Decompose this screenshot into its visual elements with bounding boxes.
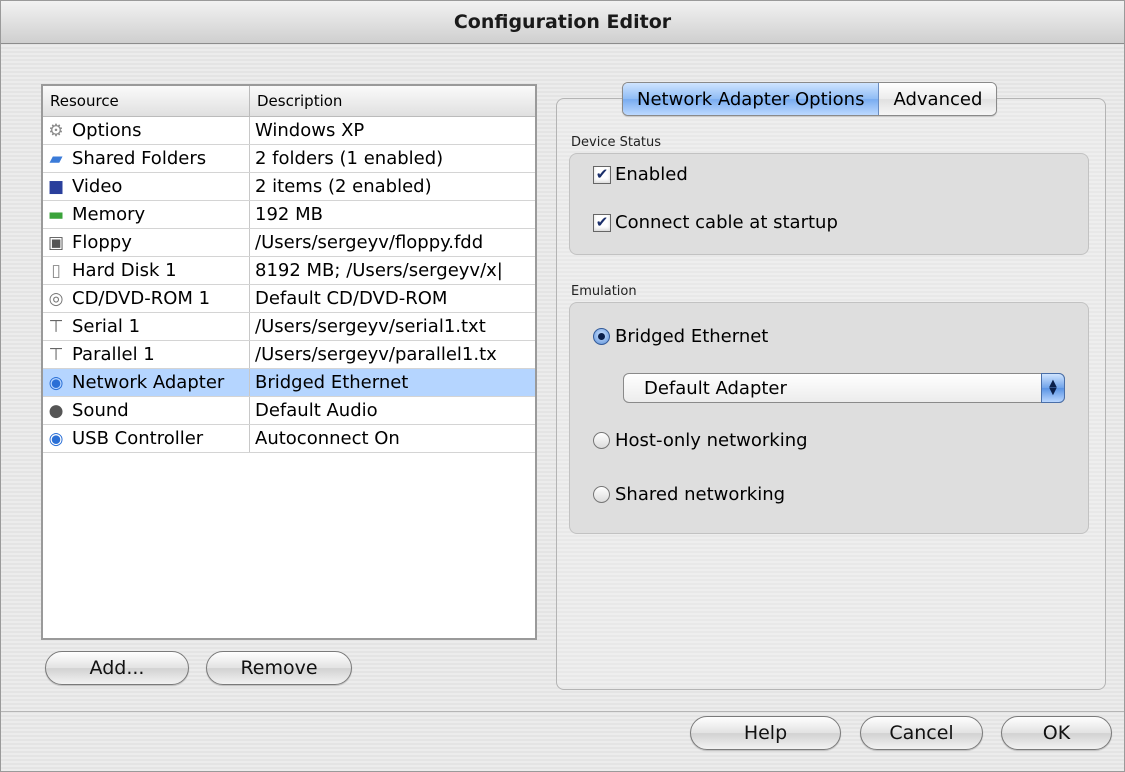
shared-networking-option[interactable]: Shared networking [593, 484, 785, 505]
shared-folders-icon: ▰ [49, 148, 63, 169]
resource-cell: ⊤ Parallel 1 [43, 341, 250, 368]
resource-name: Video [72, 176, 123, 197]
select-arrows-icon: ▲ ▼ [1041, 373, 1065, 403]
resource-cell: ▰ Shared Folders [43, 145, 250, 172]
connect-cable-label: Connect cable at startup [615, 212, 838, 233]
description-cell: Default CD/DVD-ROM [255, 288, 448, 309]
table-row[interactable]: ▬ Memory 192 MB [43, 201, 535, 229]
table-row[interactable]: ◉ Network Adapter Bridged Ethernet [43, 369, 535, 397]
table-row[interactable]: ■ Video 2 items (2 enabled) [43, 173, 535, 201]
host-only-label: Host-only networking [615, 430, 808, 451]
column-header-resource[interactable]: Resource [43, 86, 250, 116]
resource-name: Network Adapter [72, 372, 225, 393]
resource-name: Serial 1 [72, 316, 141, 337]
resource-cell: ◎ CD/DVD-ROM 1 [43, 285, 250, 312]
table-row[interactable]: ▯ Hard Disk 1 8192 MB; /Users/sergeyv/x| [43, 257, 535, 285]
enabled-label: Enabled [615, 164, 688, 185]
parallel-port-icon: ⊤ [48, 344, 64, 365]
adapter-select[interactable]: Default Adapter ▲ ▼ [623, 373, 1065, 403]
window-title: Configuration Editor [1, 1, 1124, 44]
resource-name: Hard Disk 1 [72, 260, 177, 281]
host-only-radio[interactable] [593, 432, 610, 449]
cancel-button[interactable]: Cancel [860, 716, 983, 750]
table-row[interactable]: ▣ Floppy/Users/sergeyv/floppy.fdd [43, 229, 535, 257]
resource-name: Sound [72, 400, 129, 421]
add-button[interactable]: Add... [45, 651, 189, 685]
resource-name: Memory [72, 204, 146, 225]
description-cell: /Users/sergeyv/parallel1.tx [255, 344, 497, 365]
table-row[interactable]: ◎ CD/DVD-ROM 1 Default CD/DVD-ROM [43, 285, 535, 313]
resource-cell: ▬ Memory [43, 201, 250, 228]
resource-table: Resource Description ⚙ Options Windows XP ▰… [41, 84, 537, 640]
description-cell: Bridged Ethernet [255, 372, 409, 393]
resource-cell: ⊤ Serial 1 [43, 313, 250, 340]
resource-name: USB Controller [72, 428, 204, 449]
tab-bar: Network Adapter Options Advanced [622, 82, 998, 116]
description-cell: /Users/sergeyv/floppy.fdd [255, 232, 484, 253]
usb-controller-icon: ◉ [48, 428, 64, 449]
enabled-checkbox[interactable]: ✔ [593, 165, 611, 184]
resource-cell: ◉ Network Adapter [43, 369, 250, 396]
shared-radio[interactable] [593, 486, 610, 503]
floppy-icon: ▣ [47, 232, 65, 253]
shared-label: Shared networking [615, 484, 786, 505]
resource-cell: ▣ Floppy [43, 229, 250, 256]
adapter-select-value: Default Adapter [644, 377, 787, 399]
resource-cell: ◉ USB Controller [43, 425, 250, 452]
host-only-option[interactable]: Host-only networking [593, 430, 808, 451]
table-row[interactable]: ● Sound Default Audio [43, 397, 535, 425]
options-icon: ⚙ [48, 120, 64, 141]
footer-divider [1, 711, 1124, 712]
table-row[interactable]: ⚙ Options Windows XP [43, 117, 535, 145]
connect-cable-checkbox[interactable]: ✔ [593, 213, 611, 232]
remove-button[interactable]: Remove [206, 651, 352, 685]
enabled-checkbox-row[interactable]: ✔ Enabled [593, 164, 688, 185]
resource-cell: ● Sound [43, 397, 250, 424]
hard-disk-icon: ▯ [51, 260, 61, 281]
video-icon: ■ [47, 176, 65, 197]
table-row[interactable]: ⊤ Serial 1/Users/sergeyv/serial1.txt [43, 313, 535, 341]
tab-network-adapter-options[interactable]: Network Adapter Options [623, 83, 880, 115]
help-button[interactable]: Help [690, 716, 841, 750]
emulation-label: Emulation [571, 284, 637, 299]
memory-icon: ▬ [47, 204, 65, 225]
connect-cable-checkbox-row[interactable]: ✔ Connect cable at startup [593, 212, 838, 233]
tab-advanced[interactable]: Advanced [879, 83, 997, 115]
resource-name: Parallel 1 [72, 344, 155, 365]
description-cell: 2 folders (1 enabled) [255, 148, 444, 169]
configuration-editor-window: Configuration Editor Resource Descriptio… [0, 0, 1125, 772]
description-cell: 2 items (2 enabled) [255, 176, 432, 197]
resource-name: Options [72, 120, 142, 141]
description-cell: 8192 MB; /Users/sergeyv/x| [255, 260, 503, 281]
resource-cell: ⚙ Options [43, 117, 250, 144]
table-row[interactable]: ▰ Shared Folders 2 folders (1 enabled) [43, 145, 535, 173]
resource-cell: ■ Video [43, 173, 250, 200]
description-cell: /Users/sergeyv/serial1.txt [255, 316, 486, 337]
network-adapter-icon: ◉ [48, 372, 64, 393]
serial-port-icon: ⊤ [48, 316, 64, 337]
resource-cell: ▯ Hard Disk 1 [43, 257, 250, 284]
description-cell: Autoconnect On [255, 428, 400, 449]
ok-button[interactable]: OK [1001, 716, 1112, 750]
bridged-radio[interactable] [593, 328, 610, 345]
table-header: Resource Description [43, 86, 535, 117]
bridged-label: Bridged Ethernet [615, 326, 769, 347]
description-cell: Default Audio [255, 400, 378, 421]
table-row[interactable]: ◉ USB Controller Autoconnect On [43, 425, 535, 453]
table-body: ⚙ Options Windows XP ▰ Shared Folders 2 folde… [43, 117, 535, 453]
cd-dvd-icon: ◎ [48, 288, 64, 309]
description-cell: 192 MB [255, 204, 323, 225]
bridged-ethernet-option[interactable]: Bridged Ethernet [593, 326, 768, 347]
resource-name: Shared Folders [72, 148, 207, 169]
column-header-description[interactable]: Description [250, 86, 535, 116]
resource-name: CD/DVD-ROM 1 [72, 288, 211, 309]
sound-icon: ● [48, 400, 64, 421]
resource-name: Floppy [72, 232, 132, 253]
description-cell: Windows XP [255, 120, 365, 141]
table-row[interactable]: ⊤ Parallel 1/Users/sergeyv/parallel1.tx [43, 341, 535, 369]
device-status-label: Device Status [571, 135, 662, 150]
